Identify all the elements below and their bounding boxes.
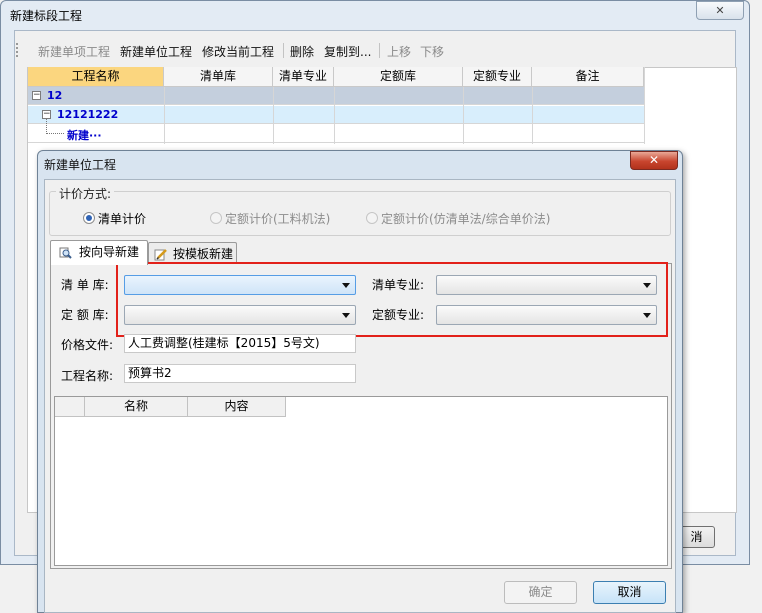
tab-wizard-new-label: 按向导新建 bbox=[79, 245, 140, 259]
grid-line bbox=[463, 87, 464, 144]
price-file-label: 价格文件: bbox=[61, 338, 114, 352]
pricing-method-label: 计价方式: bbox=[56, 185, 115, 202]
table-row[interactable] bbox=[28, 87, 644, 105]
column-header-bill-lib[interactable]: 清单库 bbox=[164, 67, 273, 87]
grid-line bbox=[273, 87, 274, 144]
project-name-label: 工程名称: bbox=[61, 369, 114, 383]
collapse-toggle[interactable]: − bbox=[42, 110, 51, 119]
cancel-button[interactable]: 取消 bbox=[593, 581, 666, 604]
tree-node-label[interactable]: 12121222 bbox=[57, 108, 118, 121]
tree-connector bbox=[46, 133, 64, 134]
radio-bill-pricing[interactable] bbox=[83, 212, 95, 224]
price-file-field[interactable]: 人工费调整(桂建标【2015】5号文) bbox=[124, 334, 356, 353]
highlight-box bbox=[116, 262, 668, 337]
move-down-button[interactable]: 下移 bbox=[420, 43, 444, 60]
column-header-index[interactable] bbox=[55, 397, 85, 417]
table-row[interactable] bbox=[28, 125, 644, 143]
grid-line bbox=[164, 87, 165, 144]
project-info-grid bbox=[54, 396, 668, 566]
radio-quota-composite-method[interactable] bbox=[366, 212, 378, 224]
column-header-remark[interactable]: 备注 bbox=[532, 67, 644, 87]
tab-wizard-new[interactable]: 按向导新建 bbox=[50, 240, 148, 265]
column-header-quota-spec[interactable]: 定额专业 bbox=[463, 67, 532, 87]
dialog-title: 新建单位工程 bbox=[44, 158, 117, 172]
pencil-icon bbox=[154, 247, 167, 261]
back-window-title: 新建标段工程 bbox=[10, 9, 83, 23]
tree-connector bbox=[46, 119, 47, 134]
radio-bill-pricing-label[interactable]: 清单计价 bbox=[98, 210, 146, 227]
grid-line bbox=[334, 87, 335, 144]
modify-project-button[interactable]: 修改当前工程 bbox=[202, 43, 274, 60]
tree-node-label[interactable]: 12 bbox=[47, 89, 62, 102]
toolbar-separator bbox=[379, 43, 380, 58]
table-row[interactable] bbox=[28, 106, 644, 124]
toolbar-separator bbox=[283, 43, 284, 58]
column-header-project-name[interactable]: 工程名称 bbox=[28, 67, 164, 87]
collapse-toggle[interactable]: − bbox=[32, 91, 41, 100]
new-unit-project-button[interactable]: 新建单位工程 bbox=[120, 43, 192, 60]
column-header-bill-spec[interactable]: 清单专业 bbox=[273, 67, 334, 87]
tree-node-label[interactable]: 新建··· bbox=[67, 127, 102, 143]
column-header-quota-lib[interactable]: 定额库 bbox=[334, 67, 463, 87]
quota-lib-label: 定 额 库: bbox=[61, 308, 109, 322]
bill-lib-label: 清 单 库: bbox=[61, 278, 109, 292]
dialog-close-button[interactable]: ✕ bbox=[630, 151, 678, 170]
ok-button[interactable]: 确定 bbox=[504, 581, 577, 604]
column-header-content[interactable]: 内容 bbox=[188, 397, 286, 417]
back-window-close-button[interactable]: ✕ bbox=[696, 1, 744, 20]
toolbar-grip[interactable] bbox=[16, 43, 19, 57]
project-name-field[interactable]: 预算书2 bbox=[124, 364, 356, 383]
radio-quota-labor-method[interactable] bbox=[210, 212, 222, 224]
tab-template-new[interactable]: 按模板新建 bbox=[148, 242, 237, 264]
radio-quota-composite-method-label[interactable]: 定额计价(仿清单法/综合单价法) bbox=[381, 210, 550, 227]
close-icon: ✕ bbox=[648, 153, 660, 167]
copy-to-button[interactable]: 复制到... bbox=[324, 43, 371, 60]
radio-quota-labor-method-label[interactable]: 定额计价(工料机法) bbox=[225, 210, 330, 227]
column-header-name[interactable]: 名称 bbox=[85, 397, 188, 417]
grid-line bbox=[644, 67, 645, 144]
close-icon: ✕ bbox=[715, 4, 725, 17]
delete-button[interactable]: 删除 bbox=[290, 43, 314, 60]
grid-line bbox=[532, 87, 533, 144]
magnifier-icon bbox=[59, 246, 72, 259]
move-up-button[interactable]: 上移 bbox=[387, 43, 411, 60]
new-item-project-button[interactable]: 新建单项工程 bbox=[38, 43, 110, 60]
